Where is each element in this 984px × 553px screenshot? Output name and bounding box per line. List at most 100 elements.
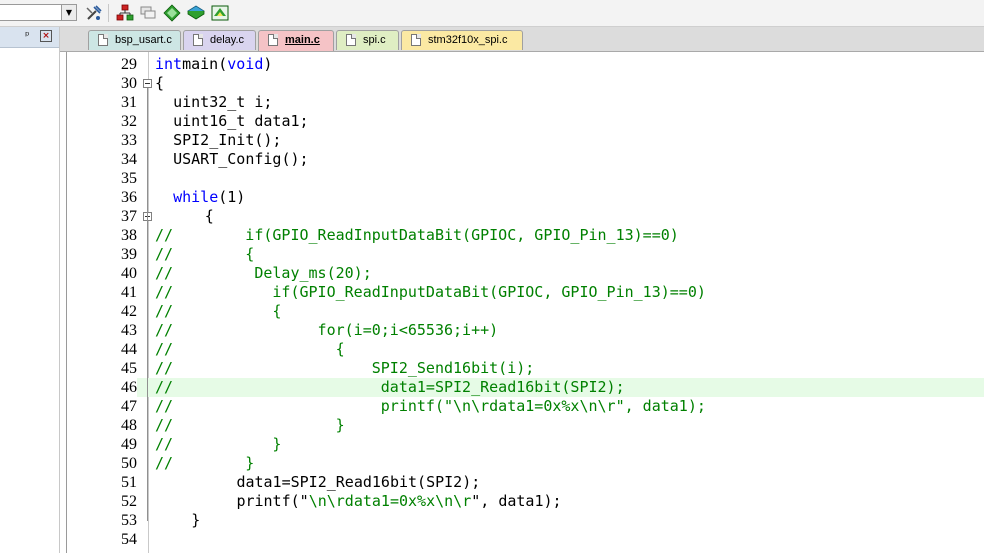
pack-installer-icon[interactable] — [162, 3, 182, 23]
code-line[interactable]: 45 // SPI2_Send16bit(i); — [67, 359, 984, 378]
c-file-icon — [411, 34, 421, 46]
code-line[interactable]: 30 { — [67, 74, 984, 93]
line-number: 53 — [121, 512, 137, 529]
code-line[interactable]: 43 // for(i=0;i<65536;i++) — [67, 321, 984, 340]
tab-stm32f10x-spi-c[interactable]: stm32f10x_spi.c — [401, 30, 523, 50]
line-number: 32 — [121, 113, 137, 130]
fold-guide — [147, 221, 148, 464]
code-line[interactable]: 31 uint32_t i; — [67, 93, 984, 112]
tab-main-c[interactable]: main.c — [258, 30, 334, 51]
code-token: data1=SPI2_Read16bit(SPI2); — [236, 473, 481, 491]
project-panel: ᵖ × — [0, 27, 60, 553]
code-text: printf("\n\rdata1=0x%x\n\r", data1); — [236, 492, 561, 511]
code-line[interactable]: 53} — [67, 511, 984, 530]
line-number: 52 — [121, 493, 137, 510]
code-line[interactable]: 50 // } — [67, 454, 984, 473]
code-text: // } — [155, 416, 345, 435]
code-line[interactable]: 42 // { — [67, 302, 984, 321]
manage-run-time-environment-icon[interactable] — [186, 3, 206, 23]
code-line[interactable]: 51 data1=SPI2_Read16bit(SPI2); — [67, 473, 984, 492]
code-token: { — [204, 207, 214, 225]
fold-collapse-icon[interactable] — [143, 79, 152, 88]
line-number: 40 — [121, 265, 137, 282]
close-panel-icon[interactable]: × — [40, 30, 52, 42]
code-token: ) — [263, 55, 273, 73]
code-text: SPI2_Init(); — [173, 131, 281, 150]
code-line[interactable]: 54 — [67, 530, 984, 549]
line-number: 33 — [121, 132, 137, 149]
code-line[interactable]: 29 intmain(void) — [67, 55, 984, 74]
line-number: 34 — [121, 151, 137, 168]
line-number: 54 — [121, 531, 137, 548]
select-packs-icon[interactable] — [138, 3, 158, 23]
toolbar: ▼ — [0, 0, 984, 27]
code-token: (1) — [218, 188, 246, 206]
tab-bsp-usart-c[interactable]: bsp_usart.c — [88, 30, 181, 50]
project-panel-header: ᵖ × — [0, 27, 59, 48]
code-line[interactable]: 48 // } — [67, 416, 984, 435]
pin-icon[interactable]: ᵖ — [25, 29, 30, 42]
target-select[interactable]: ▼ — [0, 4, 77, 21]
code-line[interactable]: 36 while(1) — [67, 188, 984, 207]
manage-project-items-icon[interactable] — [115, 3, 135, 23]
line-number: 50 — [121, 455, 137, 472]
line-number: 36 — [121, 189, 137, 206]
code-line[interactable]: 49 // } — [67, 435, 984, 454]
comment-token: // { — [155, 302, 282, 320]
tab-label: delay.c — [210, 34, 245, 46]
code-text: // Delay_ms(20); — [155, 264, 372, 283]
line-number: 29 — [121, 56, 137, 73]
code-line[interactable]: 47 // printf("\n\rdata1=0x%x\n\r", data1)… — [67, 397, 984, 416]
code-line[interactable]: 32 uint16_t data1; — [67, 112, 984, 131]
code-line[interactable]: 41 // if(GPIO_ReadInputDataBit(GPIOC, GPI… — [67, 283, 984, 302]
code-text: // if(GPIO_ReadInputDataBit(GPIOC, GPIO_… — [155, 226, 679, 245]
code-line[interactable]: 46 // data1=SPI2_Read16bit(SPI2); — [67, 378, 984, 397]
code-line[interactable]: 35 — [67, 169, 984, 188]
code-text: // } — [155, 454, 254, 473]
code-token: uint16_t data1; — [173, 112, 309, 130]
code-text: // } — [155, 435, 281, 454]
c-file-icon — [193, 34, 203, 46]
code-token: USART_Config(); — [173, 150, 309, 168]
tab-label: spi.c — [363, 34, 386, 46]
line-number: 30 — [121, 75, 137, 92]
code-line[interactable]: 44 // { — [67, 340, 984, 359]
comment-token: // Delay_ms(20); — [155, 264, 372, 282]
chevron-down-icon[interactable]: ▼ — [61, 5, 76, 20]
tab-spi-c[interactable]: spi.c — [336, 30, 399, 50]
tab-label: bsp_usart.c — [115, 34, 172, 46]
code-line[interactable]: 34 USART_Config(); — [67, 150, 984, 169]
code-editor[interactable]: 29 intmain(void) 30 {31 uint32_t i; 32 uint16_… — [66, 52, 984, 553]
code-text: data1=SPI2_Read16bit(SPI2); — [236, 473, 480, 492]
code-text: // { — [155, 302, 281, 321]
code-line[interactable]: 37 { — [67, 207, 984, 226]
code-line[interactable]: 39 // { — [67, 245, 984, 264]
comment-token: // { — [155, 340, 345, 358]
code-line[interactable]: 52 printf("\n\rdata1=0x%x\n\r", data1); — [67, 492, 984, 511]
line-number: 46 — [67, 378, 137, 397]
comment-token: // if(GPIO_ReadInputDataBit(GPIOC, GPIO_… — [155, 283, 706, 301]
tab-delay-c[interactable]: delay.c — [183, 30, 256, 50]
code-text: uint32_t i; — [173, 93, 272, 112]
comment-token: // } — [155, 435, 282, 453]
options-for-target-icon[interactable] — [84, 3, 104, 23]
code-text: // { — [155, 245, 254, 264]
line-number: 42 — [121, 303, 137, 320]
code-token: main( — [182, 55, 228, 73]
code-token: printf(" — [236, 492, 309, 510]
line-number: 31 — [121, 94, 137, 111]
manage-multi-project-icon[interactable] — [210, 3, 230, 23]
code-line[interactable]: 38 // if(GPIO_ReadInputDataBit(GPIOC, GPI… — [67, 226, 984, 245]
code-text: } — [191, 511, 200, 530]
c-file-icon — [346, 34, 356, 46]
code-line[interactable]: 33 SPI2_Init(); — [67, 131, 984, 150]
code-text: // data1=SPI2_Read16bit(SPI2); — [155, 378, 625, 397]
code-text: { — [155, 74, 164, 93]
code-text: // printf("\n\rdata1=0x%x\n\r", data1); — [155, 397, 706, 416]
comment-token: // printf("\n\rdata1=0x%x\n\r", data1); — [155, 397, 706, 415]
code-line[interactable]: 40 // Delay_ms(20); — [67, 264, 984, 283]
code-text: USART_Config(); — [173, 150, 308, 169]
line-number: 47 — [121, 398, 137, 415]
code-token: { — [155, 74, 165, 92]
keyword-token: while — [173, 188, 219, 206]
